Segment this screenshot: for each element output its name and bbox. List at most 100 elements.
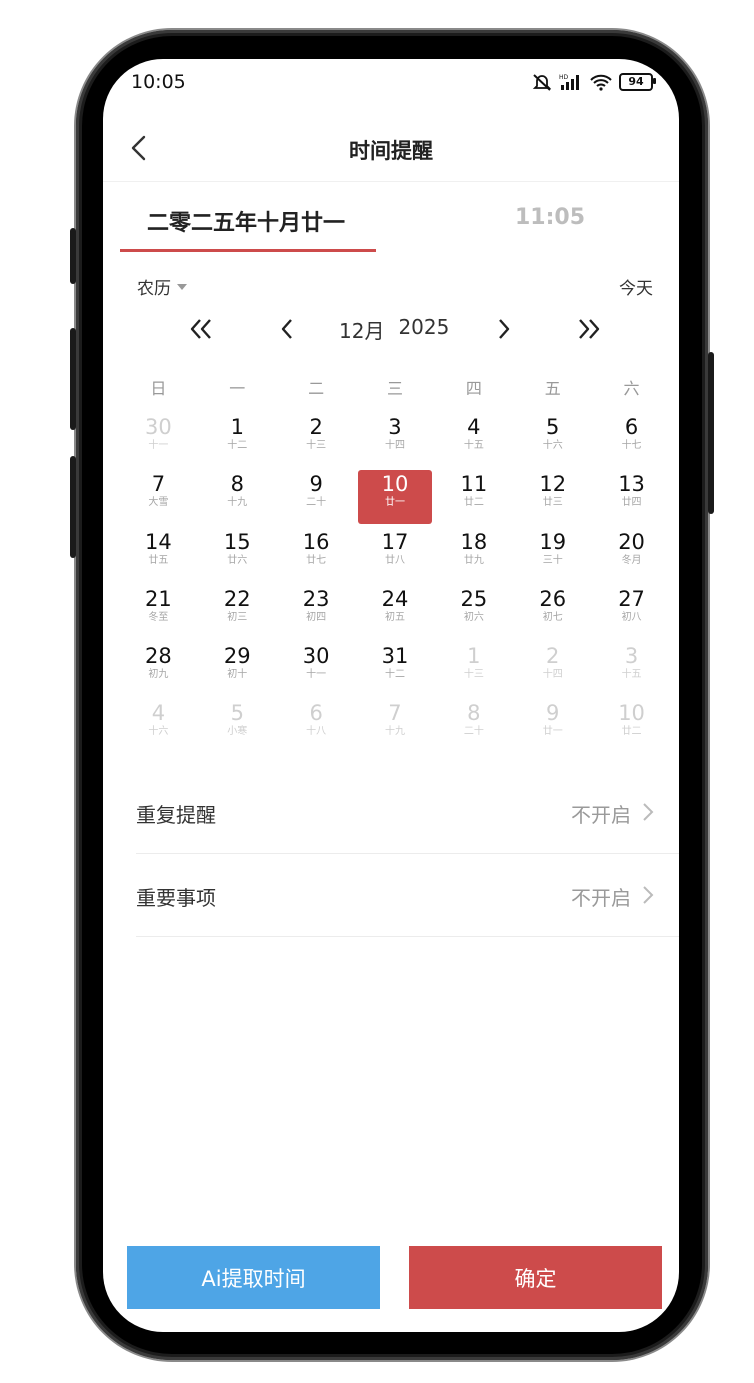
lunar-date: 初七 (542, 611, 563, 623)
lunar-date: 廿二 (621, 726, 642, 738)
day-cell[interactable]: 1 十二 (198, 411, 277, 468)
lunar-date: 廿六 (227, 554, 248, 566)
next-month-icon[interactable] (490, 315, 518, 343)
day-cell[interactable]: 23 初四 (277, 583, 356, 640)
year-label: 2025 (398, 315, 450, 339)
lunar-date: 初六 (463, 611, 484, 623)
day-cell[interactable]: 7 十九 (356, 697, 435, 754)
day-number: 14 (145, 529, 172, 554)
lunar-date: 十九 (384, 726, 405, 738)
prev-year-icon[interactable] (187, 315, 215, 343)
day-cell[interactable]: 25 初六 (434, 583, 513, 640)
day-cell[interactable]: 16 廿七 (277, 526, 356, 583)
day-cell[interactable]: 13 廿四 (592, 468, 671, 525)
day-cell[interactable]: 20 冬月 (592, 526, 671, 583)
tab-date[interactable]: 二零二五年十月廿一 (147, 205, 345, 237)
lunar-date: 小寒 (227, 726, 248, 738)
day-cell[interactable]: 8 二十 (434, 697, 513, 754)
svg-text:HD: HD (559, 74, 569, 81)
day-cell[interactable]: 10 廿二 (592, 697, 671, 754)
day-cell-selected[interactable]: 10 廿一 (356, 468, 435, 525)
ai-extract-time-button[interactable]: Ai提取时间 (127, 1246, 380, 1309)
day-number: 18 (460, 529, 488, 554)
day-cell[interactable]: 11 廿二 (434, 468, 513, 525)
day-cell[interactable]: 5 十六 (513, 411, 592, 468)
confirm-button[interactable]: 确定 (409, 1246, 662, 1309)
calendar-toolbar: 农历 今天 (103, 271, 679, 301)
weekday-label: 二 (308, 379, 325, 398)
status-icons: HD 94 (531, 72, 656, 92)
lunar-date: 十二 (384, 669, 405, 681)
day-number: 4 (467, 415, 481, 439)
day-cell[interactable]: 3 十五 (592, 640, 671, 697)
phone-side-button (70, 228, 76, 284)
day-number: 3 (624, 644, 639, 669)
day-number: 16 (302, 529, 330, 554)
day-number: 29 (223, 644, 251, 669)
important-item-row[interactable]: 重要事项 不开启 (136, 854, 679, 937)
lunar-date: 廿四 (621, 497, 642, 509)
day-cell[interactable]: 4 十六 (119, 697, 198, 754)
day-number: 23 (302, 586, 330, 611)
day-cell[interactable]: 6 十八 (277, 697, 356, 754)
day-cell[interactable]: 28 初九 (119, 640, 198, 697)
settings-list: 重复提醒 不开启 重要事项 不开启 (136, 771, 679, 937)
day-cell[interactable]: 12 廿三 (513, 468, 592, 525)
lunar-date: 十九 (227, 497, 248, 509)
day-cell[interactable]: 26 初七 (513, 583, 592, 640)
day-cell[interactable]: 24 初五 (356, 583, 435, 640)
chevron-right-icon (643, 886, 654, 904)
day-cell[interactable]: 1 十三 (434, 640, 513, 697)
lunar-date: 初九 (148, 669, 169, 681)
lunar-date: 大雪 (148, 497, 169, 509)
day-cell[interactable]: 19 三十 (513, 526, 592, 583)
today-button[interactable]: 今天 (619, 274, 653, 299)
lunar-date: 廿二 (463, 497, 484, 509)
day-cell[interactable]: 6 十七 (592, 411, 671, 468)
day-cell[interactable]: 9 二十 (277, 468, 356, 525)
day-cell[interactable]: 5 小寒 (198, 697, 277, 754)
lunar-date: 十六 (148, 726, 169, 738)
day-cell[interactable]: 14 廿五 (119, 526, 198, 583)
day-number: 6 (624, 415, 639, 439)
day-cell[interactable]: 15 廿六 (198, 526, 277, 583)
day-number: 30 (302, 644, 330, 669)
day-cell[interactable]: 31 十二 (356, 640, 435, 697)
lunar-date: 三十 (542, 554, 563, 566)
day-cell[interactable]: 17 廿八 (356, 526, 435, 583)
day-cell[interactable]: 30 十一 (119, 411, 198, 468)
lunar-date: 十五 (621, 669, 642, 681)
day-cell[interactable]: 22 初三 (198, 583, 277, 640)
day-cell[interactable]: 2 十四 (513, 640, 592, 697)
day-number: 7 (388, 701, 402, 726)
day-number: 8 (230, 472, 244, 497)
calendar-type-dropdown[interactable]: 农历 (137, 274, 187, 299)
day-cell[interactable]: 29 初十 (198, 640, 277, 697)
day-cell[interactable]: 3 十四 (356, 411, 435, 468)
day-cell[interactable]: 18 廿九 (434, 526, 513, 583)
lunar-date: 十一 (306, 669, 327, 681)
lunar-date: 十一 (148, 440, 169, 451)
repeat-reminder-row[interactable]: 重复提醒 不开启 (136, 771, 679, 854)
day-cell[interactable]: 9 廿一 (513, 697, 592, 754)
phone-power-button (708, 352, 714, 514)
day-number: 4 (151, 701, 166, 726)
tab-time[interactable]: 11:05 (515, 205, 585, 230)
lunar-date: 初三 (227, 611, 248, 623)
day-cell[interactable]: 4 十五 (434, 411, 513, 468)
day-number: 17 (381, 529, 409, 554)
day-cell[interactable]: 27 初八 (592, 583, 671, 640)
status-time: 10:05 (131, 71, 186, 93)
day-cell[interactable]: 2 十三 (277, 411, 356, 468)
day-cell[interactable]: 21 冬至 (119, 583, 198, 640)
prev-month-icon[interactable] (273, 315, 301, 343)
day-cell[interactable]: 30 十一 (277, 640, 356, 697)
lunar-date: 初四 (306, 611, 327, 623)
day-number: 27 (618, 586, 645, 611)
day-number: 7 (151, 472, 166, 497)
day-cell[interactable]: 7 大雪 (119, 468, 198, 525)
day-number: 10 (618, 701, 645, 726)
day-number: 6 (309, 701, 323, 726)
day-cell[interactable]: 8 十九 (198, 468, 277, 525)
next-year-icon[interactable] (575, 315, 603, 343)
